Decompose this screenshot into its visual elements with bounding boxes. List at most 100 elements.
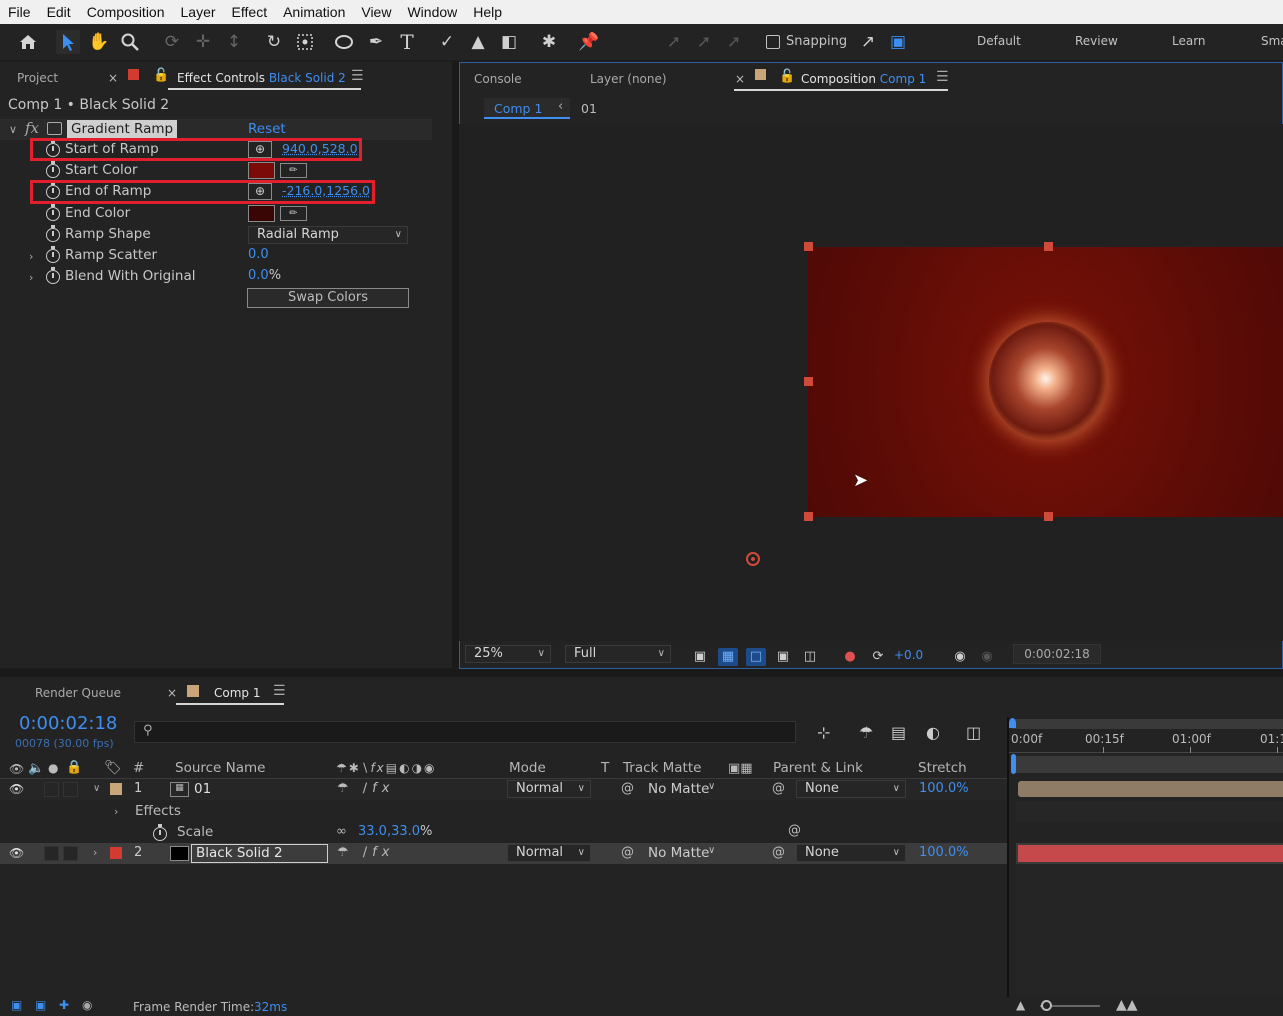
pan-camera-icon[interactable]: ✛ (191, 30, 215, 54)
snap-target-icon[interactable]: ▣ (886, 30, 910, 54)
home-icon[interactable] (16, 30, 40, 54)
menu-view[interactable]: View (353, 4, 399, 20)
snapping-checkbox[interactable] (766, 35, 780, 49)
stopwatch-icon[interactable] (46, 246, 60, 263)
tab-layer[interactable]: Layer (none) (590, 72, 667, 86)
parent-dropdown[interactable]: None ∨ (796, 780, 906, 798)
menu-window[interactable]: Window (399, 4, 465, 20)
scale-field[interactable]: 33.0,33.0% (358, 824, 432, 839)
track-matte-value[interactable]: No Matte (648, 845, 709, 861)
orbit-camera-icon[interactable]: ⟳ (160, 30, 184, 54)
fast-preview-icon[interactable]: ▣ (690, 648, 710, 666)
switches-icon[interactable]: ☂✱∖fx▤◐◑◉ (336, 761, 437, 775)
swap-colors-button[interactable]: Swap Colors (247, 288, 409, 308)
eye-icon[interactable]: 👁 (9, 762, 24, 776)
layer-bar-black-solid-2[interactable] (1018, 845, 1283, 862)
viewer-timecode[interactable]: 0:00:02:18 (1013, 644, 1101, 664)
workspace-small[interactable]: Sma (1261, 34, 1283, 48)
tab-effect-controls[interactable]: Effect Controls Black Solid 2 (177, 71, 346, 85)
workspace-default[interactable]: Default (977, 34, 1021, 48)
menu-file[interactable]: File (0, 4, 39, 20)
track-matte-value[interactable]: No Matte (648, 781, 709, 797)
panel-divider[interactable] (452, 62, 459, 668)
transform-handle[interactable] (1044, 242, 1053, 251)
composition-flowchart-icon[interactable]: ⊹ (817, 723, 830, 742)
chevron-right-icon[interactable]: › (29, 250, 33, 263)
menu-composition[interactable]: Composition (79, 4, 173, 20)
lock-toggle[interactable] (63, 846, 78, 861)
spiral-link-icon[interactable]: @ (621, 845, 634, 860)
resolution-dropdown[interactable]: Full ∨ (565, 645, 671, 663)
audio-icon[interactable]: 🔈 (28, 761, 44, 776)
stopwatch-icon[interactable] (46, 161, 60, 178)
chevron-down-icon[interactable]: ∨ (708, 781, 715, 792)
transfer-controls-pane-icon[interactable]: ▣ (35, 998, 46, 1012)
show-snapshot-icon[interactable]: ◉ (977, 648, 997, 666)
label-tag-icon[interactable]: 🏷 (104, 760, 122, 776)
roto-brush-icon[interactable]: ✱ (537, 30, 561, 54)
start-color-swatch[interactable] (248, 162, 275, 179)
constrain-proportions-icon[interactable]: ∞ (336, 824, 347, 839)
zoom-tool-icon[interactable] (118, 30, 142, 54)
transform-handle[interactable] (804, 512, 813, 521)
stretch-value[interactable]: 100.0% (919, 781, 969, 796)
pen-tool-icon[interactable]: ✒ (364, 30, 388, 54)
timeline-divider[interactable] (1007, 717, 1009, 997)
col-parent-link[interactable]: Parent & Link (773, 760, 863, 776)
pan-behind-icon[interactable] (293, 30, 317, 54)
ramp-shape-dropdown[interactable]: Radial Ramp ∨ (248, 226, 408, 244)
close-icon[interactable]: × (108, 71, 118, 85)
reset-link[interactable]: Reset (248, 121, 286, 137)
eraser-tool-icon[interactable]: ◧ (497, 30, 521, 54)
transform-handle[interactable] (804, 377, 813, 386)
tab-console[interactable]: Console (474, 72, 522, 86)
tab-render-queue[interactable]: Render Queue (35, 686, 121, 700)
panel-menu-icon[interactable]: ☰ (273, 683, 286, 699)
shy-layers-icon[interactable]: ☂ (859, 723, 873, 742)
panel-divider[interactable] (0, 669, 1283, 677)
zoom-out-icon[interactable]: ▲ (1016, 998, 1025, 1012)
fx-icon[interactable]: fx (25, 119, 39, 137)
comp-canvas[interactable] (808, 247, 1283, 517)
region-of-interest-icon[interactable]: ▣ (773, 648, 793, 666)
grid-guides-icon[interactable]: ◫ (800, 648, 820, 666)
transparency-grid-icon[interactable]: ▦ (718, 648, 738, 666)
mode-dropdown[interactable]: Normal ∨ (507, 844, 591, 862)
col-stretch[interactable]: Stretch (918, 760, 967, 776)
clone-stamp-icon[interactable]: ▲ (466, 30, 490, 54)
spiral-link-icon[interactable]: @ (621, 781, 634, 796)
mode-dropdown[interactable]: Normal ∨ (507, 780, 591, 798)
mask-visibility-icon[interactable]: □ (746, 648, 766, 666)
menu-edit[interactable]: Edit (39, 4, 79, 20)
parent-dropdown[interactable]: None ∨ (796, 844, 906, 862)
work-area-start-handle[interactable] (1009, 718, 1016, 728)
layer-switches[interactable]: ☂ ∕fx (337, 781, 394, 796)
layer-label-color[interactable] (110, 783, 122, 795)
eye-icon[interactable]: 👁 (9, 782, 24, 796)
solo-toggle[interactable] (44, 782, 59, 797)
breadcrumb-layer[interactable]: 01 (581, 101, 597, 116)
menu-animation[interactable]: Animation (275, 4, 353, 20)
stopwatch-icon[interactable] (46, 225, 60, 242)
close-icon[interactable]: × (167, 686, 177, 700)
brush-tool-icon[interactable]: ✓ (435, 30, 459, 54)
motion-blur-icon[interactable]: ◐ (926, 723, 940, 742)
chevron-right-icon[interactable]: › (29, 271, 33, 284)
playhead[interactable] (1011, 754, 1016, 774)
workspace-learn[interactable]: Learn (1172, 34, 1206, 48)
stopwatch-icon[interactable] (153, 824, 167, 841)
layer-bar-01[interactable] (1018, 781, 1283, 797)
chevron-right-icon[interactable]: › (114, 805, 118, 818)
current-time[interactable]: 0:00:02:18 (19, 713, 117, 734)
stopwatch-icon[interactable] (46, 204, 60, 221)
axis-view-icon[interactable]: ➚ (722, 30, 746, 54)
time-ruler[interactable]: 0:00f 00:15f 01:00f 01:1 (1009, 731, 1283, 753)
eyedropper-icon[interactable]: ✏ (280, 206, 307, 221)
transform-handle[interactable] (804, 242, 813, 251)
workspace-review[interactable]: Review (1075, 34, 1118, 48)
col-source-name[interactable]: Source Name (175, 760, 266, 776)
channel-icon[interactable]: ● (840, 648, 860, 666)
exposure-value[interactable]: +0.0 (894, 648, 923, 662)
lock-icon[interactable]: 🔓 (779, 69, 795, 84)
graph-editor-icon[interactable]: ◫ (966, 723, 981, 742)
